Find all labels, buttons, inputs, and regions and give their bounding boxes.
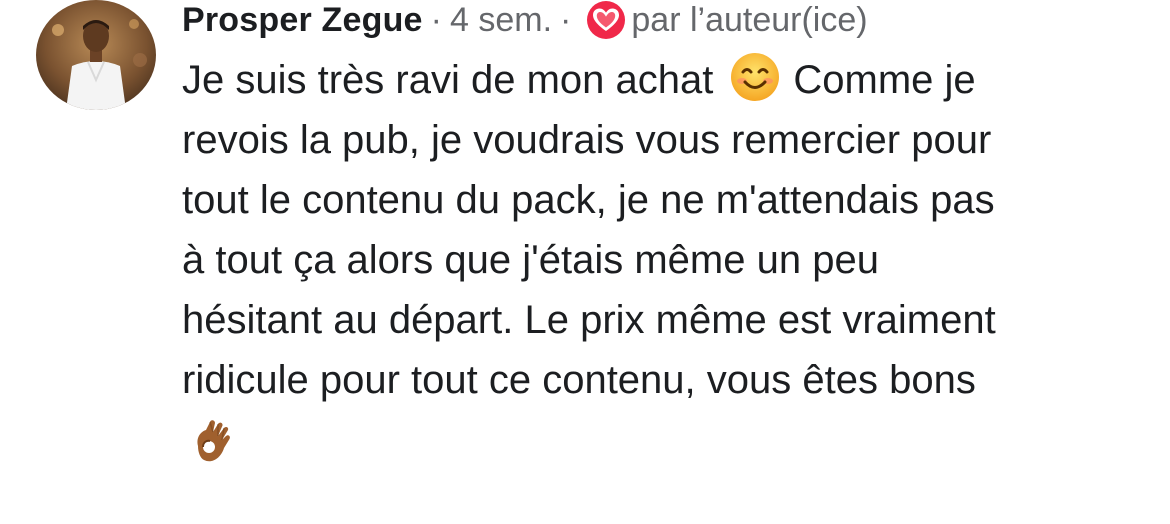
comment-text: Je suis très ravi de mon achat Comme je [182,50,1142,468]
separator: · [430,1,442,39]
comment-header: Prosper Zegue · 4 sem. · par l’auteur(ic… [182,0,868,40]
ok-hand-emoji-icon [188,416,240,468]
comment-line: à tout ça alors que j'étais même un peu [182,238,879,282]
comment-line: Comme je [793,58,976,102]
comment-line: tout le contenu du pack, je ne m'attenda… [182,178,995,222]
liked-by-author-label: par l’auteur(ice) [631,1,868,39]
avatar[interactable] [36,0,156,110]
comment-line: hésitant au départ. Le prix même est vra… [182,298,996,342]
comment: Prosper Zegue · 4 sem. · par l’auteur(ic… [0,0,1170,524]
comment-line: Je suis très ravi de mon achat [182,58,714,102]
separator: · [560,1,572,39]
comment-line: ridicule pour tout ce contenu, vous êtes… [182,358,976,402]
heart-icon [581,0,631,40]
author-name[interactable]: Prosper Zegue [182,0,423,40]
comment-line: revois la pub, je voudrais vous remercie… [182,118,992,162]
profile-photo [36,0,156,110]
smiling-face-emoji-icon [729,51,781,103]
timestamp[interactable]: 4 sem. [450,0,552,40]
